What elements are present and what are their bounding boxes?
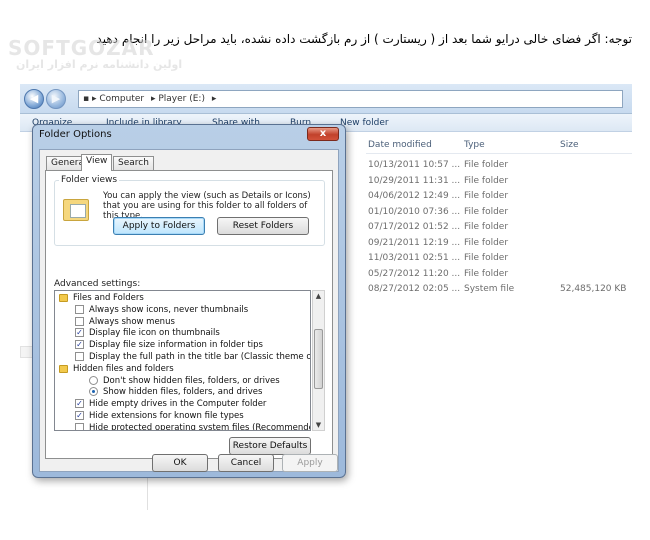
view-tab-panel: Folder views You can apply the view (suc… bbox=[45, 170, 333, 459]
column-size[interactable]: Size bbox=[560, 140, 578, 150]
setting-checkbox[interactable] bbox=[75, 316, 84, 326]
scroll-down-icon[interactable]: ▼ bbox=[313, 420, 324, 430]
setting-checkbox[interactable] bbox=[75, 352, 84, 361]
dialog-title: Folder Options bbox=[39, 129, 112, 140]
setting-label: Hide extensions for known file types bbox=[89, 411, 244, 421]
setting-checkbox[interactable] bbox=[75, 422, 84, 430]
column-type[interactable]: Type bbox=[464, 140, 485, 150]
file-date: 09/21/2011 12:19 ... bbox=[368, 237, 461, 248]
setting-checkbox[interactable] bbox=[75, 304, 84, 314]
folder-icon bbox=[59, 364, 68, 373]
setting-checkbox[interactable]: ✓ bbox=[75, 399, 84, 409]
folder-views-label: Folder views bbox=[59, 175, 120, 185]
file-type: System file bbox=[464, 284, 515, 294]
setting-label: Hide empty drives in the Computer folder bbox=[89, 399, 267, 410]
file-row[interactable]: 09/21/2011 12:19 ... File folder bbox=[366, 238, 632, 253]
new-folder-button[interactable]: New folder bbox=[340, 114, 389, 132]
file-type: File folder bbox=[464, 160, 509, 170]
dialog-body: General View Search Folder views You can… bbox=[39, 149, 339, 472]
advanced-settings-label: Advanced settings: bbox=[54, 279, 141, 289]
divider bbox=[147, 474, 148, 510]
folder-view-icon bbox=[63, 199, 89, 221]
file-row[interactable]: 10/13/2011 10:57 ... File folder bbox=[366, 160, 632, 175]
apply-to-folders-button[interactable]: Apply to Folders bbox=[113, 217, 205, 235]
file-date: 10/29/2011 11:31 ... bbox=[368, 175, 461, 186]
file-type: File folder bbox=[464, 206, 509, 217]
address-bar-row: ◀ ▶ ▪ ▸ Computer ▸ Player (E:) ▸ bbox=[20, 84, 632, 114]
setting-checkbox[interactable]: ✓ bbox=[75, 328, 84, 338]
breadcrumb-drive[interactable]: Player (E:) bbox=[158, 94, 205, 104]
setting-label: Files and Folders bbox=[73, 293, 144, 303]
restore-defaults-button[interactable]: Restore Defaults bbox=[229, 437, 311, 455]
file-row[interactable]: 11/03/2011 02:51 ... File folder bbox=[366, 253, 632, 268]
watermark-brand: SOFTGOZAR bbox=[8, 36, 155, 60]
file-row[interactable]: 10/29/2011 11:31 ... File folder bbox=[366, 176, 632, 191]
breadcrumb-computer[interactable]: Computer bbox=[99, 94, 144, 104]
file-type: File folder bbox=[464, 268, 509, 279]
file-date: 11/03/2011 02:51 ... bbox=[368, 253, 461, 263]
setting-label: Always show menus bbox=[89, 316, 175, 327]
scrollbar-thumb[interactable] bbox=[314, 329, 323, 389]
setting-radio[interactable] bbox=[89, 387, 98, 397]
file-row[interactable]: 05/27/2012 11:20 ... File folder bbox=[366, 269, 632, 284]
file-date: 01/10/2010 07:36 ... bbox=[368, 206, 461, 217]
folder-views-group: Folder views You can apply the view (suc… bbox=[54, 175, 325, 246]
file-type: File folder bbox=[464, 222, 509, 232]
address-bar[interactable]: ▪ ▸ Computer ▸ Player (E:) ▸ bbox=[78, 90, 623, 108]
file-type: File folder bbox=[464, 253, 509, 263]
file-row[interactable]: 08/27/2012 02:05 ... System file 52,485,12… bbox=[366, 284, 632, 299]
reset-folders-button[interactable]: Reset Folders bbox=[217, 217, 309, 235]
setting-checkbox[interactable]: ✓ bbox=[75, 340, 84, 350]
folder-icon bbox=[59, 294, 68, 302]
tab-search[interactable]: Search bbox=[113, 156, 154, 170]
file-size: 52,485,120 KB bbox=[560, 284, 627, 294]
chevron-right-icon: ▸ bbox=[211, 94, 217, 104]
setting-label: Don't show hidden files, folders, or dri… bbox=[103, 375, 280, 386]
setting-label: Hidden files and folders bbox=[73, 363, 174, 374]
drive-icon: ▪ ▸ bbox=[83, 94, 100, 104]
advanced-settings-list[interactable]: Files and Folders Always show icons, neve… bbox=[54, 290, 311, 431]
file-date: 08/27/2012 02:05 ... bbox=[368, 284, 461, 294]
setting-label: Display the full path in the title bar (… bbox=[89, 352, 311, 362]
file-type: File folder bbox=[464, 191, 509, 201]
file-list-header: Date modified Type Size bbox=[366, 138, 632, 154]
column-date-modified[interactable]: Date modified bbox=[368, 140, 432, 150]
cancel-button[interactable]: Cancel bbox=[218, 454, 274, 472]
file-type: File folder bbox=[464, 237, 509, 248]
file-type: File folder bbox=[464, 175, 509, 186]
close-button[interactable]: x bbox=[307, 127, 339, 141]
file-date: 05/27/2012 11:20 ... bbox=[368, 268, 461, 279]
setting-label: Show hidden files, folders, and drives bbox=[103, 387, 263, 398]
scroll-up-icon[interactable]: ▲ bbox=[313, 291, 324, 301]
file-date: 04/06/2012 12:49 ... bbox=[368, 191, 461, 201]
forward-icon[interactable]: ▶ bbox=[46, 89, 66, 109]
file-date: 10/13/2011 10:57 ... bbox=[368, 160, 461, 170]
advanced-settings-scrollbar[interactable]: ▲ ▼ bbox=[312, 290, 325, 431]
watermark-tagline: اولین دانشنامه نرم افزار ایران bbox=[16, 58, 183, 71]
file-row[interactable]: 04/06/2012 12:49 ... File folder bbox=[366, 191, 632, 206]
setting-label: Always show icons, never thumbnails bbox=[89, 304, 249, 315]
instruction-note: توجه: اگر فضای خالی درایو شما بعد از ( ر… bbox=[96, 32, 632, 46]
folder-options-dialog: Folder Options x General View Search Fol… bbox=[32, 124, 346, 478]
setting-radio[interactable] bbox=[89, 375, 98, 385]
setting-label: Display file icon on thumbnails bbox=[89, 328, 220, 339]
setting-checkbox[interactable]: ✓ bbox=[75, 411, 84, 420]
file-row[interactable]: 07/17/2012 01:52 ... File folder bbox=[366, 222, 632, 237]
apply-button[interactable]: Apply bbox=[282, 454, 338, 472]
setting-label: Hide protected operating system files (R… bbox=[89, 422, 311, 431]
tab-view[interactable]: View bbox=[81, 154, 113, 171]
file-date: 07/17/2012 01:52 ... bbox=[368, 222, 461, 232]
ok-button[interactable]: OK bbox=[152, 454, 208, 472]
file-row[interactable]: 01/10/2010 07:36 ... File folder bbox=[366, 207, 632, 222]
back-icon[interactable]: ◀ bbox=[24, 89, 44, 109]
setting-label: Display file size information in folder … bbox=[89, 340, 263, 351]
